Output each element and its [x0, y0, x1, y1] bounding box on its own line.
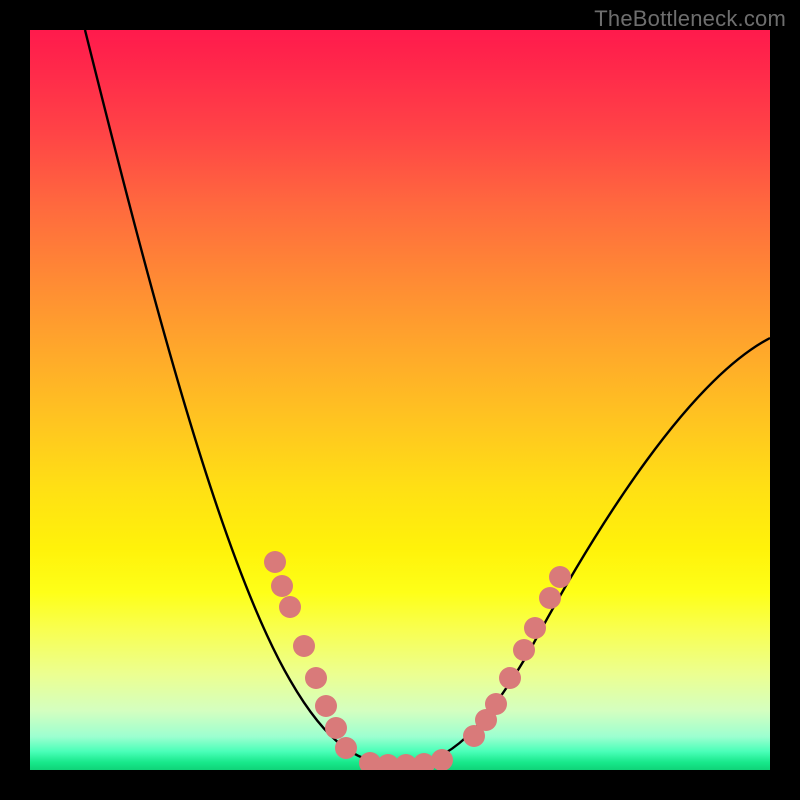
- data-dot: [549, 566, 571, 588]
- data-dot: [524, 617, 546, 639]
- data-dot: [335, 737, 357, 759]
- data-dot: [513, 639, 535, 661]
- data-dot: [539, 587, 561, 609]
- data-dot: [499, 667, 521, 689]
- plot-area: [30, 30, 770, 770]
- data-dot: [279, 596, 301, 618]
- data-dot: [293, 635, 315, 657]
- data-dot: [305, 667, 327, 689]
- curve-svg: [30, 30, 770, 770]
- data-dot: [315, 695, 337, 717]
- chart-frame: TheBottleneck.com: [0, 0, 800, 800]
- data-dot: [264, 551, 286, 573]
- data-dot: [325, 717, 347, 739]
- bottleneck-curve: [85, 30, 770, 765]
- data-dot: [431, 749, 453, 770]
- data-dots-group: [264, 551, 571, 770]
- data-dot: [485, 693, 507, 715]
- data-dot: [271, 575, 293, 597]
- watermark-text: TheBottleneck.com: [594, 6, 786, 32]
